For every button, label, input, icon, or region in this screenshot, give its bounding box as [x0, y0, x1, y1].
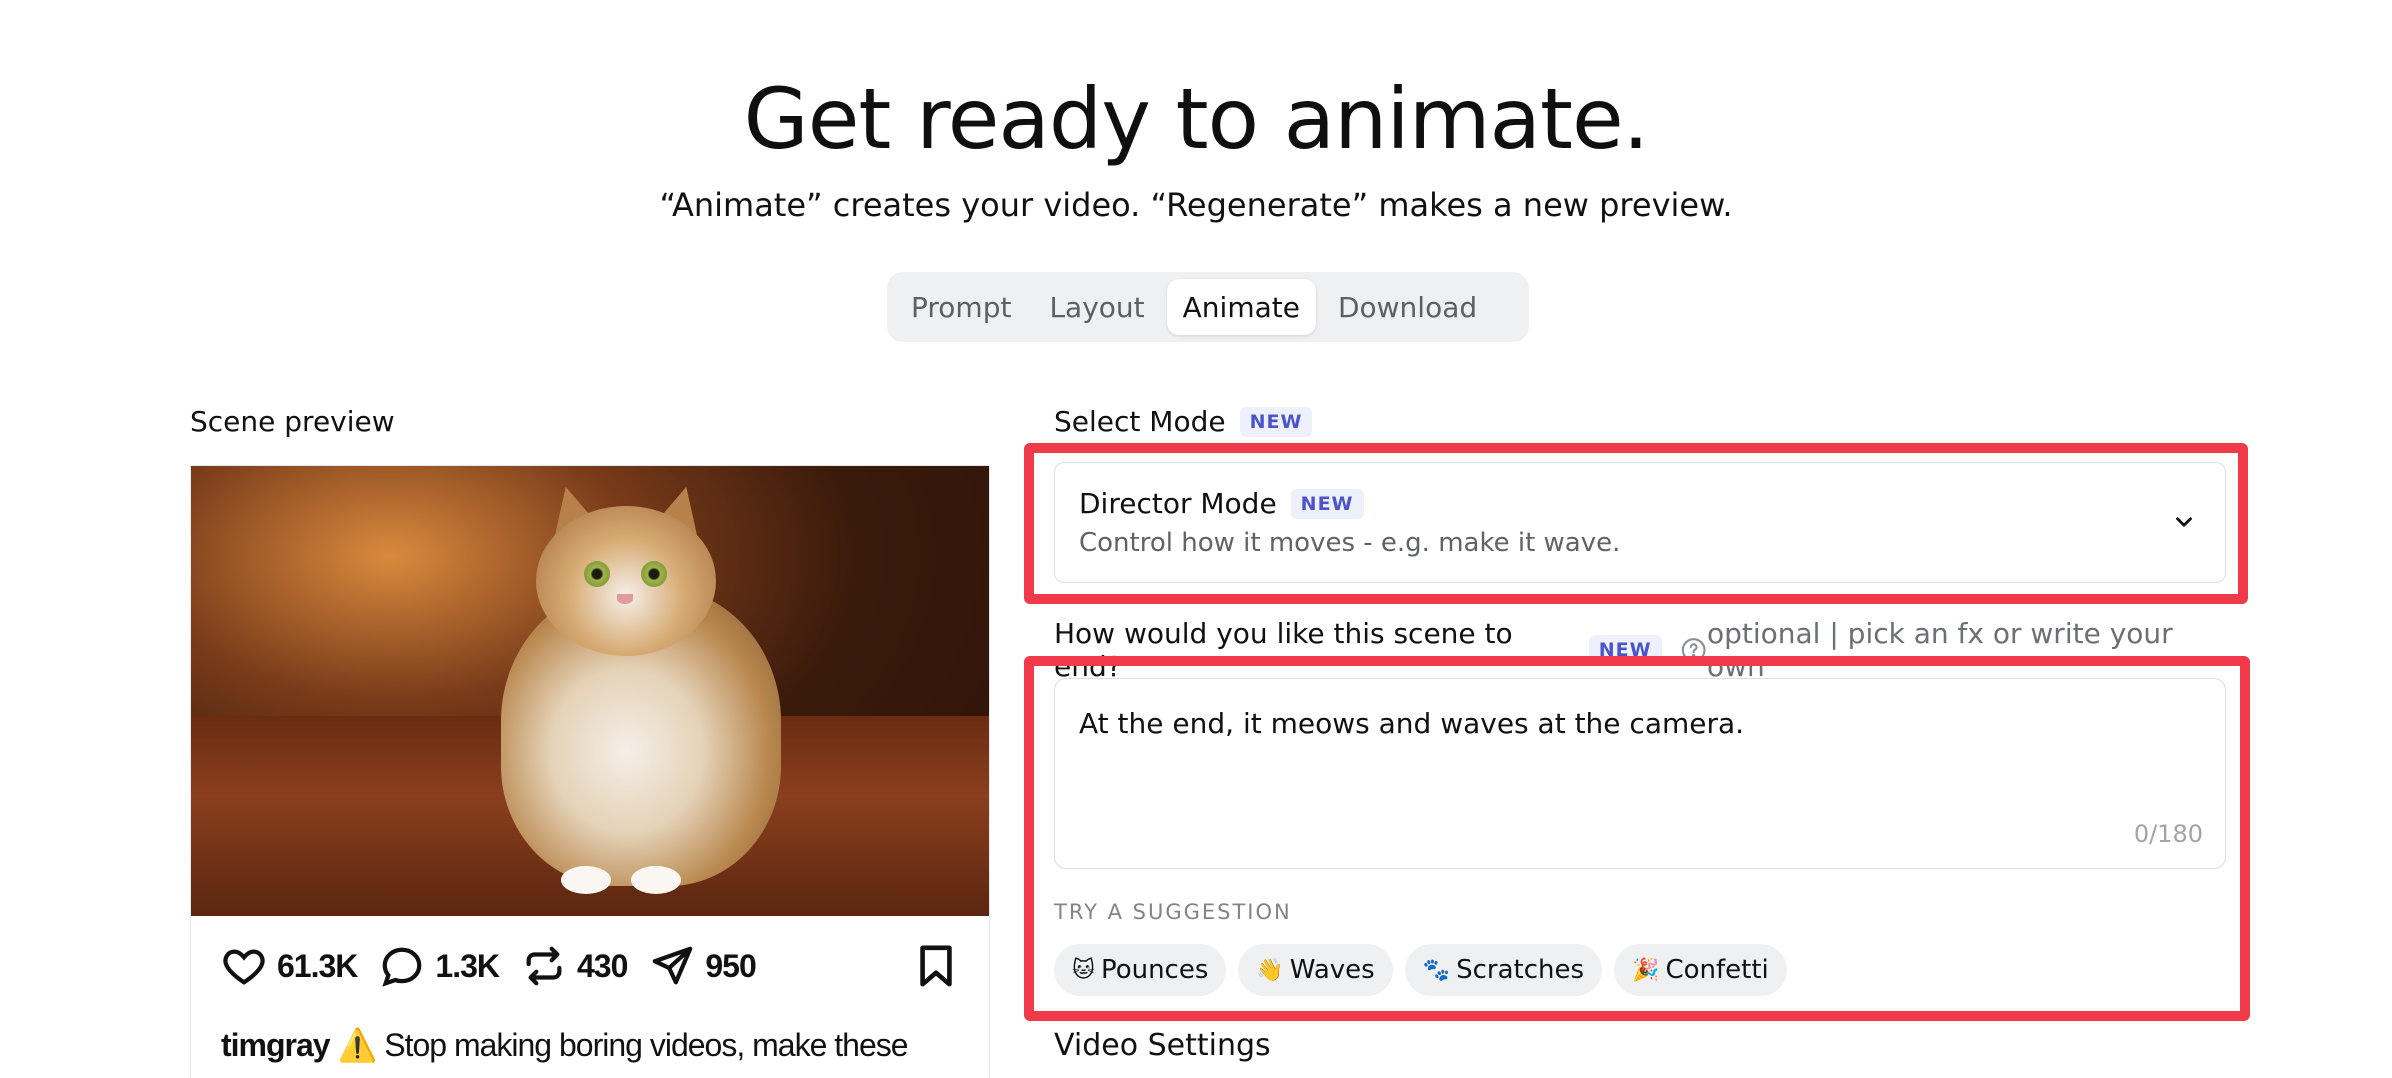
- select-mode-label: Select Mode NEW: [1054, 405, 1313, 438]
- step-tabs: Prompt Layout Animate Download: [887, 272, 1529, 342]
- new-badge: NEW: [1290, 488, 1364, 519]
- suggestion-chips: 🐱 Pounces 👋 Waves 🐾 Scratches 🎉 Confetti: [1054, 944, 1787, 996]
- scene-preview-label: Scene preview: [190, 405, 395, 438]
- repost-icon: [526, 946, 562, 986]
- comments-stat[interactable]: 1.3K: [379, 943, 500, 989]
- reposts-stat[interactable]: 430: [521, 943, 628, 989]
- mode-dropdown[interactable]: Director Mode NEW Control how it moves -…: [1054, 462, 2226, 583]
- selected-mode-description: Control how it moves - e.g. make it wave…: [1079, 528, 1621, 558]
- shares-stat[interactable]: 950: [649, 943, 757, 989]
- suggestion-label: TRY A SUGGESTION: [1054, 900, 1292, 924]
- cat-face-icon: 🐱: [1072, 957, 1095, 983]
- caption-username: timgray: [221, 1027, 331, 1063]
- cat-nose-shape: [617, 594, 633, 604]
- cat-eye-shape: [584, 561, 610, 587]
- comments-count: 1.3K: [435, 947, 500, 984]
- chip-label: Waves: [1289, 955, 1375, 985]
- chip-label: Confetti: [1665, 955, 1769, 985]
- shares-count: 950: [705, 947, 756, 984]
- cat-paw-shape: [631, 866, 681, 894]
- chip-label: Pounces: [1100, 955, 1209, 985]
- party-popper-icon: 🎉: [1632, 957, 1660, 983]
- page-title: Get ready to animate.: [743, 70, 1650, 168]
- character-counter: 0/180: [2133, 820, 2203, 848]
- chip-label: Scratches: [1456, 955, 1585, 985]
- suggestion-chip-scratches[interactable]: 🐾 Scratches: [1404, 944, 1603, 996]
- tab-download[interactable]: Download: [1322, 279, 1493, 335]
- scene-end-text: At the end, it meows and waves at the ca…: [1079, 707, 1745, 740]
- cat-paw-shape: [561, 866, 611, 894]
- paw-prints-icon: 🐾: [1422, 957, 1451, 983]
- likes-stat[interactable]: 61.3K: [221, 943, 358, 989]
- bookmark-button[interactable]: [913, 943, 959, 989]
- animate-page: Get ready to animate. “Animate” creates …: [0, 0, 2392, 1078]
- video-settings-heading: Video Settings: [1054, 1028, 1271, 1063]
- comment-icon: [382, 947, 422, 987]
- suggestion-chip-confetti[interactable]: 🎉 Confetti: [1614, 944, 1787, 996]
- selected-mode-name: Director Mode: [1079, 487, 1277, 520]
- select-mode-title: Select Mode: [1054, 405, 1226, 438]
- reposts-count: 430: [576, 947, 628, 984]
- heart-icon: [223, 949, 265, 985]
- post-caption: timgray ⚠️ Stop making boring videos, ma…: [221, 1026, 969, 1064]
- page-subtitle: “Animate” creates your video. “Regenerat…: [659, 186, 1733, 224]
- waving-hand-icon: 👋: [1256, 957, 1284, 983]
- tab-prompt[interactable]: Prompt: [895, 279, 1027, 335]
- scene-preview-image: [191, 466, 989, 916]
- tab-animate[interactable]: Animate: [1166, 279, 1316, 335]
- chevron-down-icon: [2176, 517, 2192, 527]
- suggestion-chip-waves[interactable]: 👋 Waves: [1238, 944, 1393, 996]
- cat-eye-shape: [641, 561, 667, 587]
- cat-head-shape: [536, 506, 716, 656]
- likes-count: 61.3K: [277, 947, 358, 984]
- mode-dropdown-title: Director Mode NEW: [1079, 487, 1364, 520]
- scene-end-textarea[interactable]: At the end, it meows and waves at the ca…: [1054, 678, 2226, 869]
- caption-text: Stop making boring videos, make these: [384, 1027, 908, 1063]
- tab-layout[interactable]: Layout: [1033, 279, 1160, 335]
- warning-icon: ⚠️: [337, 1027, 377, 1063]
- send-icon: [653, 946, 693, 985]
- bookmark-icon: [920, 945, 952, 987]
- social-stats: 61.3K 1.3K 430 950: [221, 941, 959, 991]
- suggestion-chip-pounces[interactable]: 🐱 Pounces: [1054, 944, 1227, 996]
- new-badge: NEW: [1239, 406, 1313, 437]
- scene-preview-card: 61.3K 1.3K 430 950 timgray ⚠️ Stop makin…: [190, 465, 990, 1078]
